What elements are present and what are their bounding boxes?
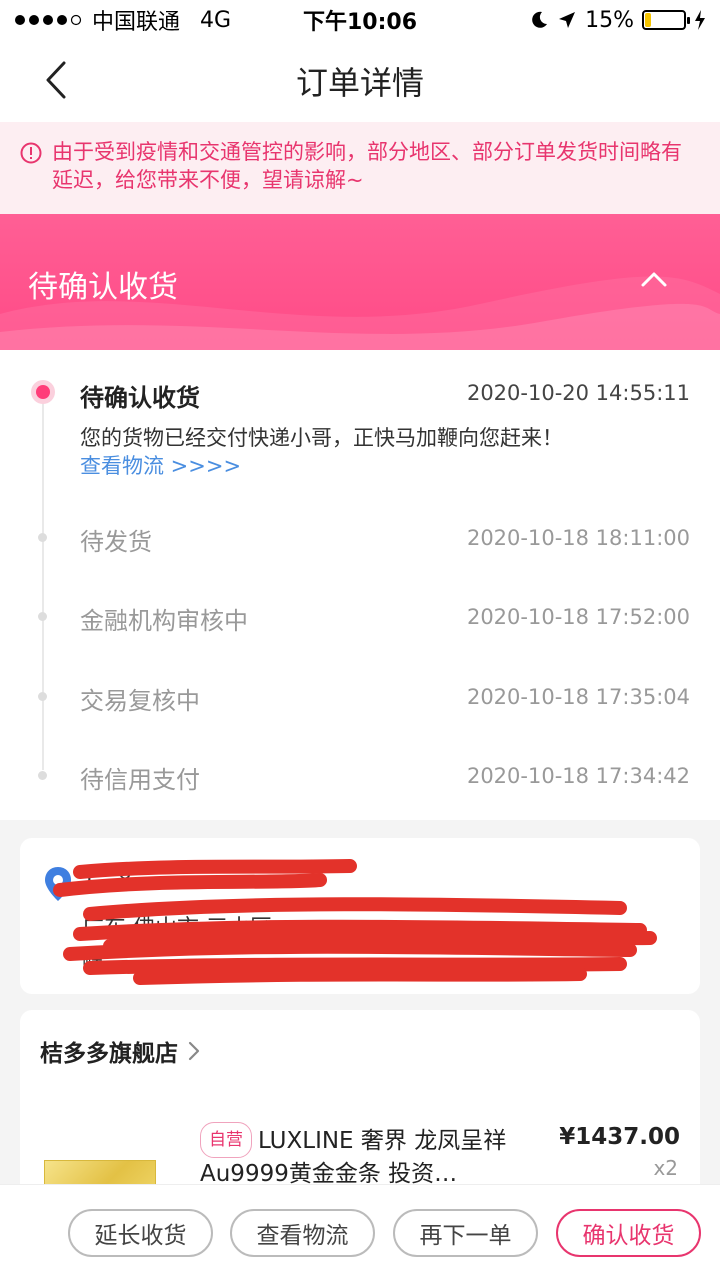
product-title[interactable]: 自营 LUXLINE 奢界 龙凤呈祥Au9999黄金金条 投资…	[200, 1122, 540, 1190]
carrier-name: 中国联通	[92, 10, 181, 35]
timeline-item-time: 2020-10-18 17:34:42	[466, 764, 690, 788]
banner-status-title: 待确认收货	[28, 270, 178, 305]
timeline-dot	[38, 612, 47, 621]
status-bar-right: 15%	[529, 8, 706, 33]
timeline-item-time: 2020-10-20 14:55:11	[466, 381, 690, 405]
timeline-dot	[38, 533, 47, 542]
shipping-address-card[interactable]: 1…8 广东 佛山市,三水区 峰 …	[20, 838, 700, 994]
timeline-item-title: 金融机构审核中	[80, 607, 248, 635]
timeline-item-title: 交易复核中	[80, 687, 200, 715]
timeline-item-time: 2020-10-18 18:11:00	[466, 526, 690, 550]
timeline-item-time: 2020-10-18 17:35:04	[466, 685, 690, 709]
timeline-item-desc: 您的货物已经交付快递小哥，正快马加鞭向您赶来！	[80, 426, 563, 450]
network-type: 4G	[200, 7, 232, 33]
reorder-button[interactable]: 再下一单	[393, 1209, 538, 1257]
timeline-dot	[38, 771, 47, 780]
navigation-bar: 订单详情	[0, 40, 720, 122]
signal-icon	[15, 14, 82, 26]
chevron-right-icon	[188, 1041, 200, 1061]
self-operated-tag: 自营	[200, 1122, 252, 1158]
shop-product-card: 桔多多旗舰店 自营 LUXLINE 奢界 龙凤呈祥Au9999黄金金条 投资… ¥…	[20, 1010, 700, 1210]
charging-bolt-icon	[695, 10, 705, 30]
view-logistics-link[interactable]: 查看物流 >>>>	[80, 450, 241, 480]
timeline-dot	[38, 692, 47, 701]
battery-icon	[642, 10, 690, 30]
page-title: 订单详情	[295, 64, 424, 102]
timeline-item-title: 待发货	[80, 528, 152, 556]
moon-icon	[532, 11, 548, 28]
redaction-scribble	[53, 859, 657, 985]
order-status-banner[interactable]: 待确认收货	[0, 214, 720, 350]
chevron-up-icon[interactable]	[640, 270, 668, 288]
back-button[interactable]	[34, 58, 78, 102]
order-timeline: 待确认收货 2020-10-20 14:55:11 您的货物已经交付快递小哥，正…	[0, 350, 720, 820]
timeline-item-title: 待确认收货	[80, 384, 200, 412]
battery-percent: 15%	[585, 7, 634, 33]
product-price: ¥1437.00	[559, 1124, 680, 1150]
status-bar-left: 中国联通 4G	[14, 4, 231, 36]
shop-name: 桔多多旗舰店	[40, 1041, 178, 1067]
status-bar: 中国联通 4G 下午10:06 15%	[0, 0, 720, 40]
timeline-item-time: 2020-10-18 17:52:00	[466, 605, 690, 629]
chevron-left-icon	[46, 61, 66, 99]
shop-link[interactable]: 桔多多旗舰店	[40, 1034, 200, 1068]
product-quantity: x2	[653, 1156, 678, 1180]
battery-level	[645, 13, 651, 27]
timeline-item-title: 待信用支付	[80, 766, 200, 794]
delay-notice: 由于受到疫情和交通管控的影响，部分地区、部分订单发货时间略有延迟，给您带来不便，…	[0, 122, 720, 214]
timeline-line	[42, 392, 44, 770]
view-logistics-button[interactable]: 查看物流	[230, 1209, 375, 1257]
location-arrow-icon	[559, 12, 576, 28]
timeline-dot-active	[31, 380, 55, 404]
bottom-action-bar: 延长收货 查看物流 再下一单 确认收货	[0, 1184, 720, 1280]
extend-receipt-button[interactable]: 延长收货	[68, 1209, 213, 1257]
alert-circle-icon	[20, 142, 42, 164]
notice-text: 由于受到疫情和交通管控的影响，部分地区、部分订单发货时间略有延迟，给您带来不便，…	[52, 140, 682, 192]
confirm-receipt-button[interactable]: 确认收货	[556, 1209, 701, 1257]
